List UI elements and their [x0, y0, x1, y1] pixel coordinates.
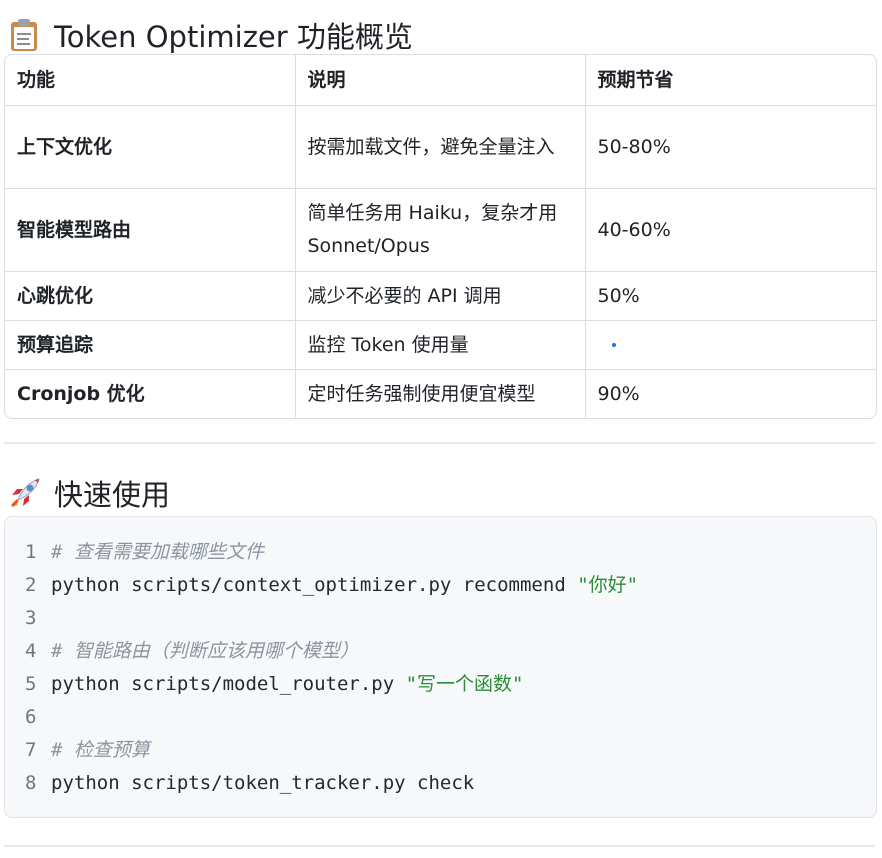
- saving-cell: [585, 320, 876, 370]
- code-line: 4 # 智能路由（判断应该用哪个模型）: [25, 640, 359, 662]
- description-cell: 监控 Token 使用量: [295, 320, 586, 370]
- section-title: Token Optimizer 功能概览: [54, 20, 413, 54]
- table-row: Cronjob 优化 定时任务强制使用便宜模型 90%: [5, 369, 876, 418]
- column-header: 说明: [295, 55, 586, 106]
- feature-table: 功能 说明 预期节省 上下文优化 按需加载文件，避免全量注入 50-80% 智能…: [4, 54, 877, 419]
- code-line: 3: [25, 607, 37, 629]
- divider: [4, 845, 875, 847]
- description-cell: 按需加载文件，避免全量注入: [295, 105, 586, 189]
- code-line: 8 python scripts/token_tracker.py check: [25, 772, 475, 794]
- divider: [4, 442, 875, 444]
- table-row: 上下文优化 按需加载文件，避免全量注入 50-80%: [5, 105, 876, 189]
- code-block[interactable]: 1 # 查看需要加载哪些文件 2 python scripts/context_op…: [4, 516, 877, 818]
- table-row: 心跳优化 减少不必要的 API 调用 50%: [5, 271, 876, 321]
- table-row: 预算追踪 监控 Token 使用量: [5, 320, 876, 370]
- code-line: 5 python scripts/model_router.py "写一个函数": [25, 673, 524, 695]
- feature-cell: 上下文优化: [5, 105, 296, 189]
- bullet-dot-icon: [611, 343, 616, 347]
- feature-cell: 智能模型路由: [5, 188, 296, 272]
- code-line: 1 # 查看需要加载哪些文件: [25, 541, 264, 563]
- feature-cell: 心跳优化: [5, 271, 296, 321]
- section-title: 快速使用: [54, 478, 171, 512]
- table-row: 智能模型路由 简单任务用 Haiku，复杂才用 Sonnet/Opus 40-6…: [5, 188, 876, 272]
- column-header: 功能: [5, 55, 296, 106]
- code-line: 6: [25, 706, 37, 728]
- feature-cell: Cronjob 优化: [5, 369, 296, 418]
- description-cell: 定时任务强制使用便宜模型: [295, 369, 586, 418]
- rocket-icon: [8, 476, 42, 510]
- saving-cell: 50-80%: [585, 105, 876, 189]
- code-line: 2 python scripts/context_optimizer.py rec…: [25, 574, 639, 596]
- section-heading-quick-start: 快速使用: [8, 472, 170, 514]
- saving-cell: 40-60%: [585, 188, 876, 272]
- saving-cell: 90%: [597, 382, 640, 405]
- description-cell: 简单任务用 Haiku，复杂才用 Sonnet/Opus: [295, 188, 586, 272]
- table-header-row: 功能 说明 预期节省: [5, 55, 876, 106]
- saving-cell: 50%: [585, 271, 876, 321]
- clipboard-icon: [8, 18, 42, 52]
- section-heading-features: Token Optimizer 功能概览: [8, 14, 413, 56]
- description-cell: 减少不必要的 API 调用: [295, 271, 586, 321]
- feature-cell: 预算追踪: [5, 320, 296, 370]
- code-line: 7 # 检查预算: [25, 739, 150, 761]
- column-header: 预期节省: [585, 55, 876, 106]
